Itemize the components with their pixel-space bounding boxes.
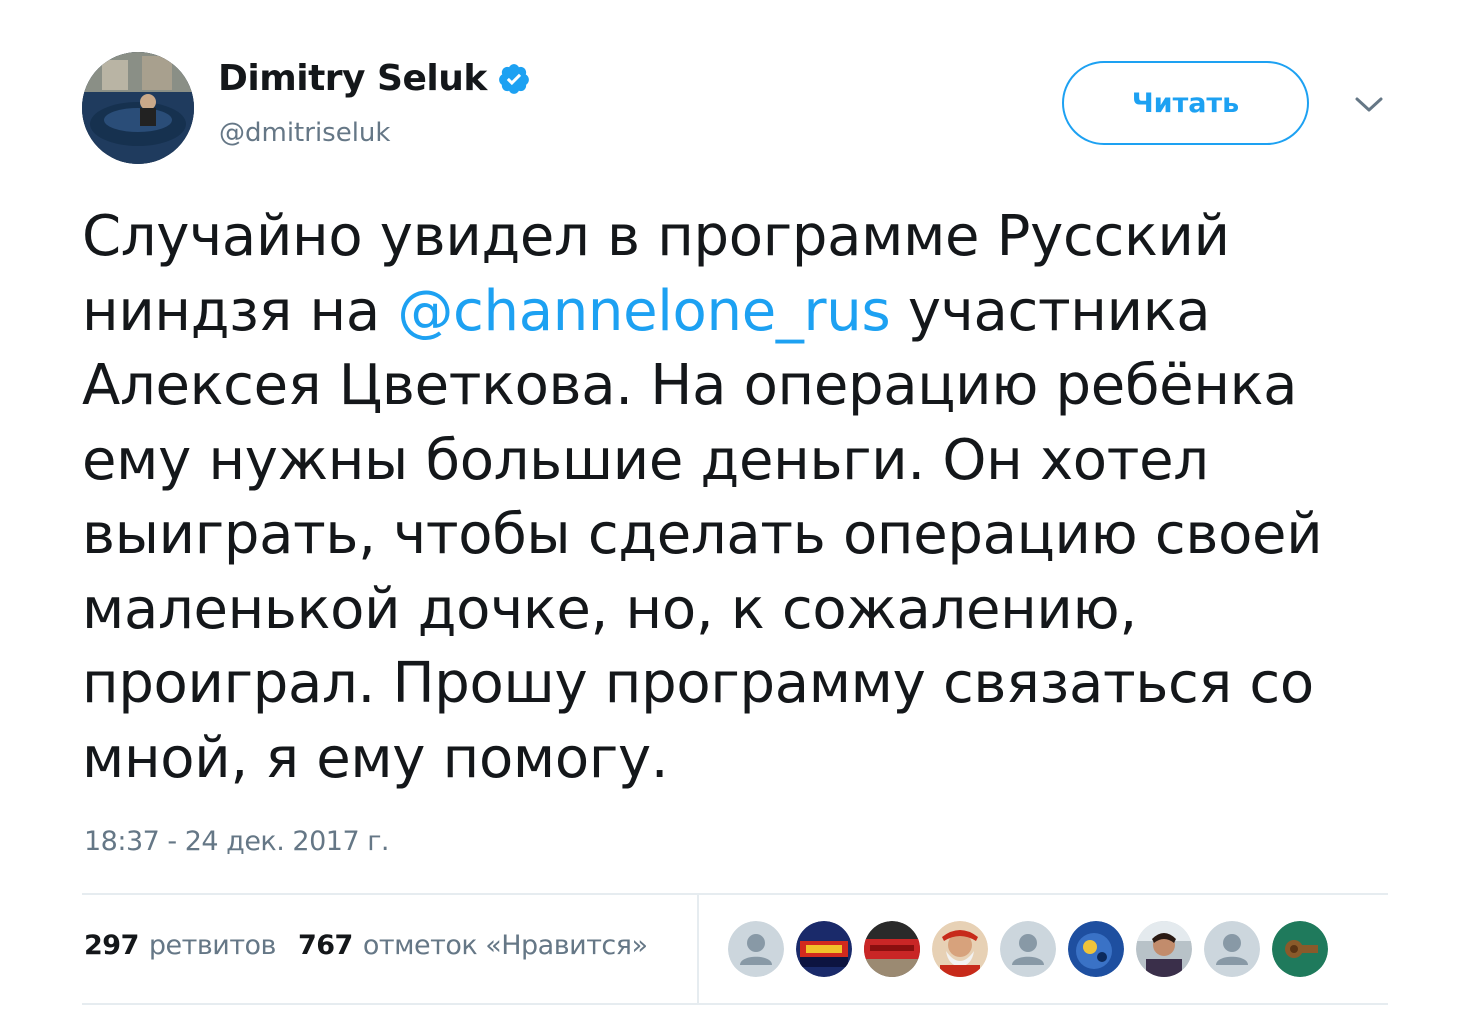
photo-avatar-icon	[932, 921, 988, 977]
liker-avatar[interactable]	[1000, 921, 1056, 977]
liker-avatar[interactable]	[1136, 921, 1192, 977]
photo-avatar-icon	[1272, 921, 1328, 977]
likes-stat[interactable]: 767 отметок «Нравится»	[298, 930, 648, 961]
tweet-stats: 297 ретвитов 767 отметок «Нравится»	[84, 930, 670, 961]
tweet-line: мной, я ему помогу.	[82, 725, 669, 791]
retweets-count: 297	[84, 930, 139, 961]
photo-avatar-icon	[864, 921, 920, 977]
user-name-row[interactable]: Dimitry Seluk	[218, 58, 531, 99]
liker-avatar[interactable]	[1068, 921, 1124, 977]
tweet-line: выиграть, чтобы сделать операцию своей	[82, 502, 1323, 567]
liker-avatar[interactable]	[864, 921, 920, 977]
liker-avatar[interactable]	[728, 921, 784, 977]
stats-divider	[697, 895, 699, 1005]
tweet-line: маленькой дочке, но, к сожалению,	[82, 576, 1137, 642]
mention-link[interactable]: @channelone_rus	[397, 279, 890, 344]
liker-avatar[interactable]	[796, 921, 852, 977]
liker-avatar[interactable]	[932, 921, 988, 977]
tweet-line-text: ниндзя на	[82, 278, 398, 344]
default-avatar-icon	[728, 921, 784, 977]
tweet-line: Случайно увидел в программе Русский	[82, 204, 1230, 269]
default-avatar-icon	[1204, 921, 1260, 977]
verified-badge-icon	[498, 63, 529, 94]
divider	[82, 1003, 1388, 1005]
photo-avatar-icon	[1068, 921, 1124, 977]
display-name[interactable]: Dimitry Seluk	[218, 58, 487, 99]
user-handle[interactable]: @dmitriseluk	[219, 118, 390, 148]
likers-list	[728, 921, 1340, 977]
photo-avatar-icon	[1136, 921, 1192, 977]
tweet-timestamp[interactable]: 18:37 - 24 дек. 2017 г.	[84, 826, 389, 857]
default-avatar-icon	[1000, 921, 1056, 977]
retweets-stat[interactable]: 297 ретвитов	[84, 930, 276, 961]
liker-avatar[interactable]	[1272, 921, 1328, 977]
follow-button[interactable]: Читать	[1062, 61, 1309, 145]
avatar[interactable]	[82, 52, 194, 164]
retweets-label: ретвитов	[148, 930, 277, 961]
tweet-line: Алексея Цветкова. На операцию ребёнка	[82, 353, 1298, 418]
liker-avatar[interactable]	[1204, 921, 1260, 977]
divider	[82, 893, 1388, 895]
profile-photo-icon	[82, 52, 194, 164]
photo-avatar-icon	[796, 921, 852, 977]
likes-label: отметок «Нравится»	[362, 930, 648, 961]
tweet-line-text: участника	[890, 278, 1211, 344]
chevron-down-icon[interactable]	[1352, 92, 1386, 116]
tweet-line: ему нужны большие деньги. Он хотел	[82, 427, 1209, 493]
tweet-line: ниндзя на @channelone_rus участника	[82, 275, 1392, 350]
tweet-text: Случайно увидел в программе Русский нинд…	[82, 200, 1392, 796]
tweet-line: проиграл. Прошу программу связаться со	[82, 651, 1314, 716]
likes-count: 767	[297, 930, 353, 961]
